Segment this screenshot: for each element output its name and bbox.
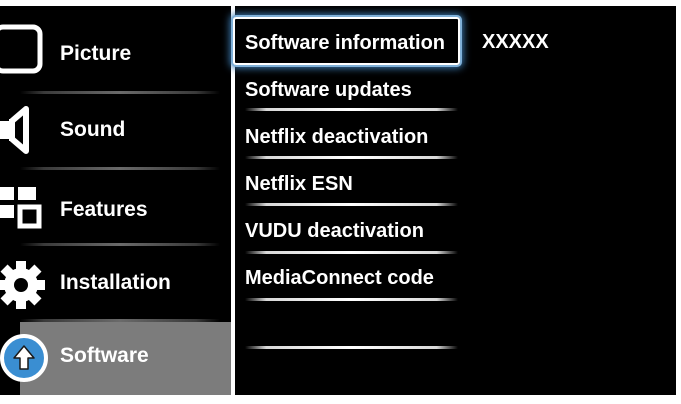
submenu-label: Software information <box>245 32 446 54</box>
category-sound[interactable]: Sound <box>0 94 232 167</box>
category-label: Installation <box>60 271 171 294</box>
submenu-label: Netflix deactivation <box>245 126 429 148</box>
submenu-label: Netflix ESN <box>245 173 353 195</box>
submenu-label: Software updates <box>245 79 412 101</box>
submenu-item-software-information[interactable]: Software information <box>233 17 460 65</box>
category-picture[interactable]: Picture <box>0 6 232 91</box>
tv-screen-icon <box>0 24 43 74</box>
submenu-label: MediaConnect code <box>245 267 434 289</box>
submenu-label: VUDU deactivation <box>245 220 424 242</box>
submenu-divider <box>245 346 458 349</box>
submenu-item-netflix-esn[interactable]: Netflix ESN <box>236 163 462 203</box>
submenu-divider <box>245 251 458 254</box>
upload-arrow-icon <box>0 334 48 382</box>
submenu-divider <box>245 298 458 301</box>
category-label: Features <box>60 198 148 221</box>
submenu-divider <box>245 156 458 159</box>
category-label: Picture <box>60 42 132 65</box>
tv-settings-screen: Picture Sound Features Installation Soft… <box>0 0 681 404</box>
software-submenu: Software information Software updates Ne… <box>233 6 462 395</box>
submenu-item-netflix-deactivation[interactable]: Netflix deactivation <box>236 115 462 155</box>
gear-icon <box>0 261 45 309</box>
submenu-divider <box>245 203 458 206</box>
features-grid-icon <box>0 187 42 229</box>
category-list: Picture Sound Features Installation Soft… <box>0 6 232 395</box>
category-label: Software <box>60 344 149 367</box>
submenu-item-mediaconnect-code[interactable]: MediaConnect code <box>236 258 462 298</box>
submenu-divider <box>245 108 458 111</box>
settings-menu: Picture Sound Features Installation Soft… <box>0 6 676 395</box>
category-features[interactable]: Features <box>0 170 232 243</box>
submenu-item-vudu-deactivation[interactable]: VUDU deactivation <box>236 210 462 250</box>
software-version-value: XXXXX <box>482 31 549 53</box>
submenu-item-software-updates[interactable]: Software updates <box>236 68 462 108</box>
speaker-icon <box>0 106 29 154</box>
category-installation[interactable]: Installation <box>0 246 232 319</box>
category-label: Sound <box>60 118 126 141</box>
